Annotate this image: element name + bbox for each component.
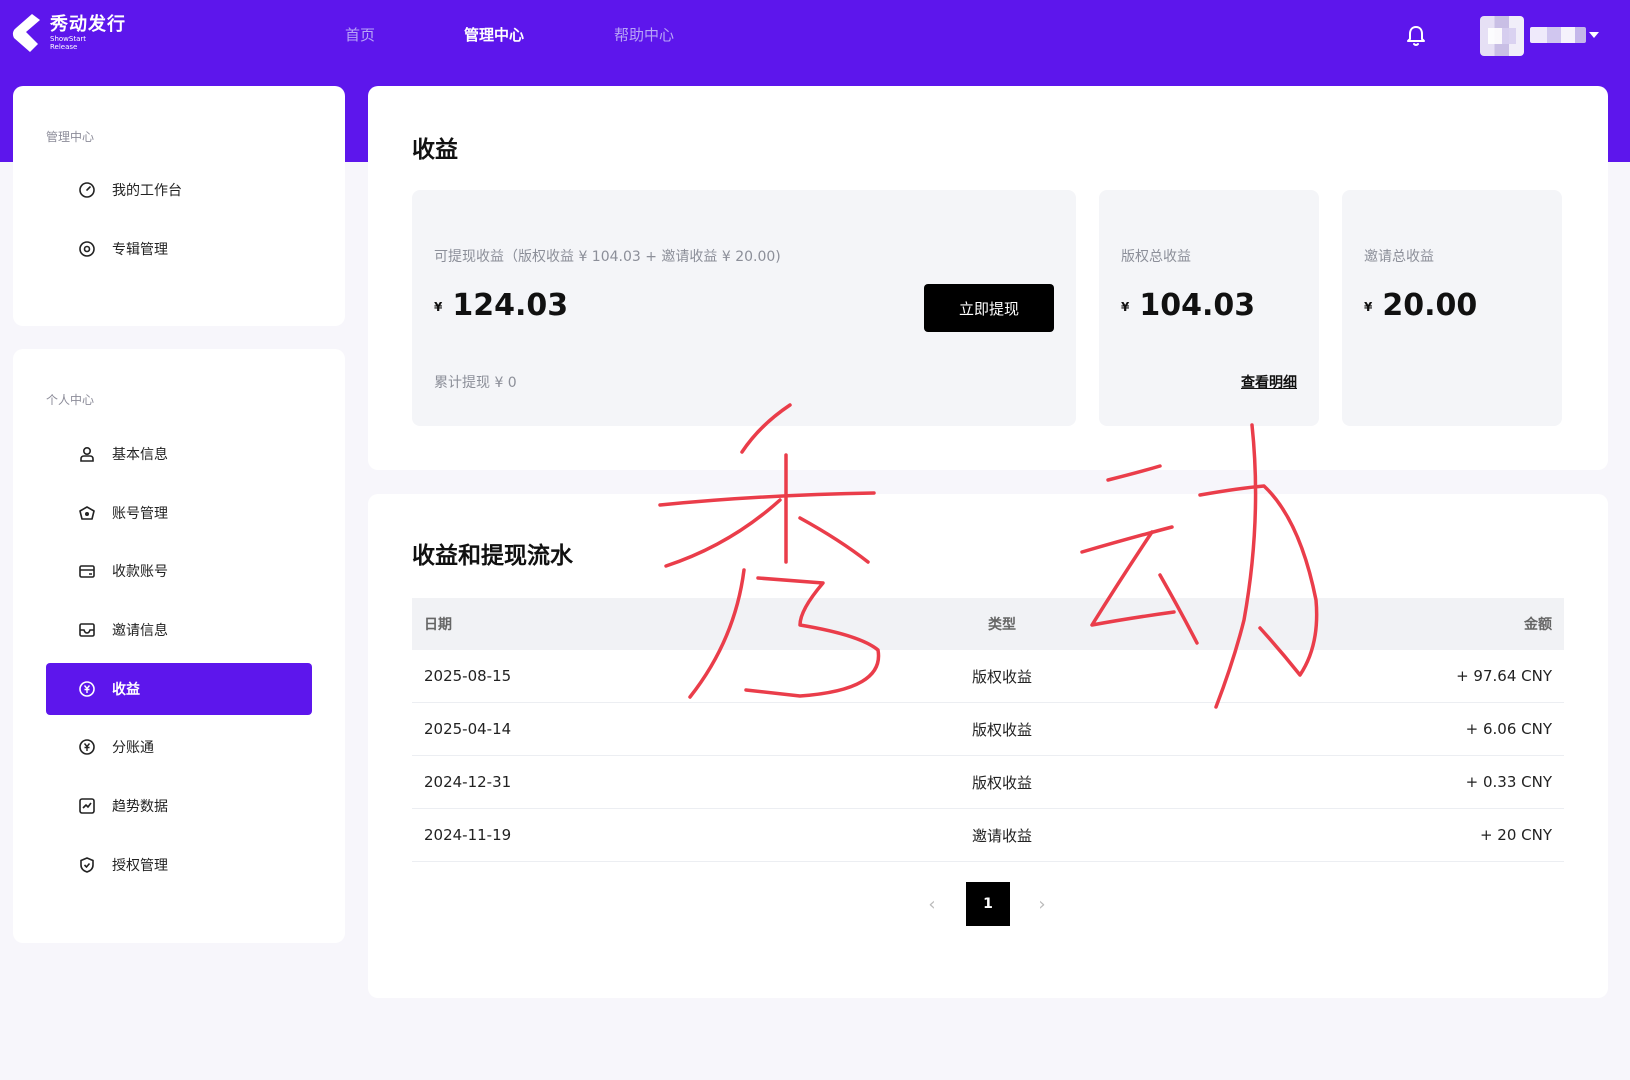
album-icon (78, 240, 96, 258)
sidebar-item-label: 授权管理 (112, 858, 168, 874)
pagination-page-1[interactable]: 1 (966, 882, 1010, 926)
chevron-down-icon[interactable] (1589, 32, 1599, 38)
currency-symbol: ¥ (1121, 299, 1130, 314)
invite-earnings-label: 邀请总收益 (1364, 249, 1434, 265)
column-header-date: 日期 (424, 617, 452, 633)
user-icon (78, 445, 96, 463)
sidebar-item-label: 收款账号 (112, 564, 168, 580)
sidebar-item-label: 基本信息 (112, 447, 168, 463)
split-icon (78, 738, 96, 756)
table-row: 2025-08-15 版权收益 + 97.64 CNY (412, 650, 1564, 703)
pagination-next-button[interactable]: › (1022, 882, 1062, 926)
copyright-earnings-panel: 版权总收益 ¥104.03 查看明细 (1099, 190, 1319, 426)
nav-management-center[interactable]: 管理中心 (464, 24, 524, 45)
table-row: 2024-11-19 邀请收益 + 20 CNY (412, 809, 1564, 862)
sidebar-item-label: 专辑管理 (112, 242, 168, 258)
column-header-type: 类型 (988, 617, 1016, 633)
earnings-card: 收益 可提现收益（版权收益 ¥ 104.03 + 邀请收益 ¥ 20.00) ¥… (368, 86, 1608, 470)
sidebar-item-label: 趋势数据 (112, 799, 168, 815)
sidebar-item-workbench[interactable]: 我的工作台 (46, 164, 312, 216)
copyright-earnings-label: 版权总收益 (1121, 249, 1191, 265)
column-header-amount: 金额 (1524, 617, 1552, 633)
bell-icon[interactable] (1404, 24, 1428, 48)
row-type: 邀请收益 (971, 826, 1032, 845)
sidebar-personal-card: 个人中心 基本信息 账号管理 收款账号 邀请信息 收益 分账通 趋势数据 授权管… (13, 349, 345, 943)
sidebar-item-earnings[interactable]: 收益 (46, 663, 312, 715)
copyright-earnings-amount: ¥104.03 (1121, 288, 1255, 323)
top-header: 秀动发行 ShowStart Release 首页 管理中心 帮助中心 (0, 0, 1630, 70)
username-blurred[interactable] (1530, 27, 1586, 43)
sidebar-item-account[interactable]: 账号管理 (46, 487, 312, 539)
invite-earnings-amount: ¥20.00 (1364, 288, 1477, 323)
row-amount: + 20 CNY (1479, 826, 1552, 844)
sidebar-item-label: 收益 (112, 682, 140, 698)
row-type: 版权收益 (971, 720, 1032, 739)
view-details-link[interactable]: 查看明细 (1241, 372, 1297, 392)
row-amount: + 97.64 CNY (1456, 667, 1552, 685)
sidebar-item-split[interactable]: 分账通 (46, 721, 312, 773)
currency-symbol: ¥ (434, 299, 443, 314)
chart-icon (78, 797, 96, 815)
pagination-prev-button[interactable]: ‹ (912, 882, 952, 926)
logo-subtitle-2: Release (50, 43, 78, 51)
logo-title: 秀动发行 (50, 14, 126, 35)
logo-text: 秀动发行 ShowStart Release (50, 14, 126, 52)
logo[interactable]: 秀动发行 ShowStart Release (12, 12, 126, 54)
invite-earnings-value: 20.00 (1382, 288, 1478, 323)
sidebar-item-invite-info[interactable]: 邀请信息 (46, 604, 312, 656)
row-date: 2024-11-19 (424, 826, 512, 844)
currency-symbol: ¥ (1364, 299, 1373, 314)
sidebar-item-label: 我的工作台 (112, 183, 182, 199)
cumulative-withdrawn: 累计提现 ¥ 0 (434, 375, 517, 391)
row-type: 版权收益 (971, 667, 1032, 686)
invite-icon (78, 621, 96, 639)
nav-help-center[interactable]: 帮助中心 (614, 24, 674, 45)
card-icon (78, 562, 96, 580)
nav-home[interactable]: 首页 (345, 24, 375, 45)
table-header: 日期 类型 金额 (412, 598, 1564, 650)
row-date: 2024-12-31 (424, 773, 512, 791)
avatar[interactable] (1480, 16, 1524, 56)
withdrawable-label: 可提现收益（版权收益 ¥ 104.03 + 邀请收益 ¥ 20.00) (434, 249, 781, 265)
sidebar-item-basic-info[interactable]: 基本信息 (46, 428, 312, 480)
row-amount: + 6.06 CNY (1465, 720, 1552, 738)
row-date: 2025-04-14 (424, 720, 512, 738)
withdrawable-amount: ¥124.03 (434, 288, 568, 323)
row-amount: + 0.33 CNY (1465, 773, 1552, 791)
copyright-earnings-value: 104.03 (1139, 288, 1256, 323)
sidebar-group-title: 个人中心 (46, 393, 95, 407)
table-row: 2025-04-14 版权收益 + 6.06 CNY (412, 703, 1564, 756)
logo-icon (12, 14, 40, 52)
withdrawable-panel: 可提现收益（版权收益 ¥ 104.03 + 邀请收益 ¥ 20.00) ¥124… (412, 190, 1076, 426)
withdrawable-value: 124.03 (452, 288, 569, 323)
withdraw-now-button[interactable]: 立即提现 (924, 284, 1054, 332)
sidebar-item-label: 分账通 (112, 740, 154, 756)
yuan-icon (78, 680, 96, 698)
dashboard-icon (78, 181, 96, 199)
ledger-card: 收益和提现流水 日期 类型 金额 2025-08-15 版权收益 + 97.64… (368, 494, 1608, 998)
sidebar-item-payment-account[interactable]: 收款账号 (46, 545, 312, 597)
row-date: 2025-08-15 (424, 667, 512, 685)
invite-earnings-panel: 邀请总收益 ¥20.00 (1342, 190, 1562, 426)
sidebar-item-trends[interactable]: 趋势数据 (46, 780, 312, 832)
row-type: 版权收益 (971, 773, 1032, 792)
sidebar-item-label: 账号管理 (112, 506, 168, 522)
table-row: 2024-12-31 版权收益 + 0.33 CNY (412, 756, 1564, 809)
sidebar-management-card: 管理中心 我的工作台 专辑管理 (13, 86, 345, 326)
sidebar-item-authorization[interactable]: 授权管理 (46, 839, 312, 891)
earnings-title: 收益 (412, 137, 458, 163)
ledger-title: 收益和提现流水 (412, 543, 573, 569)
sidebar-item-albums[interactable]: 专辑管理 (46, 223, 312, 275)
sidebar-group-title: 管理中心 (46, 130, 95, 144)
shield-icon (78, 856, 96, 874)
logo-subtitle-1: ShowStart (50, 35, 86, 43)
account-icon (78, 504, 96, 522)
sidebar-item-label: 邀请信息 (112, 623, 168, 639)
